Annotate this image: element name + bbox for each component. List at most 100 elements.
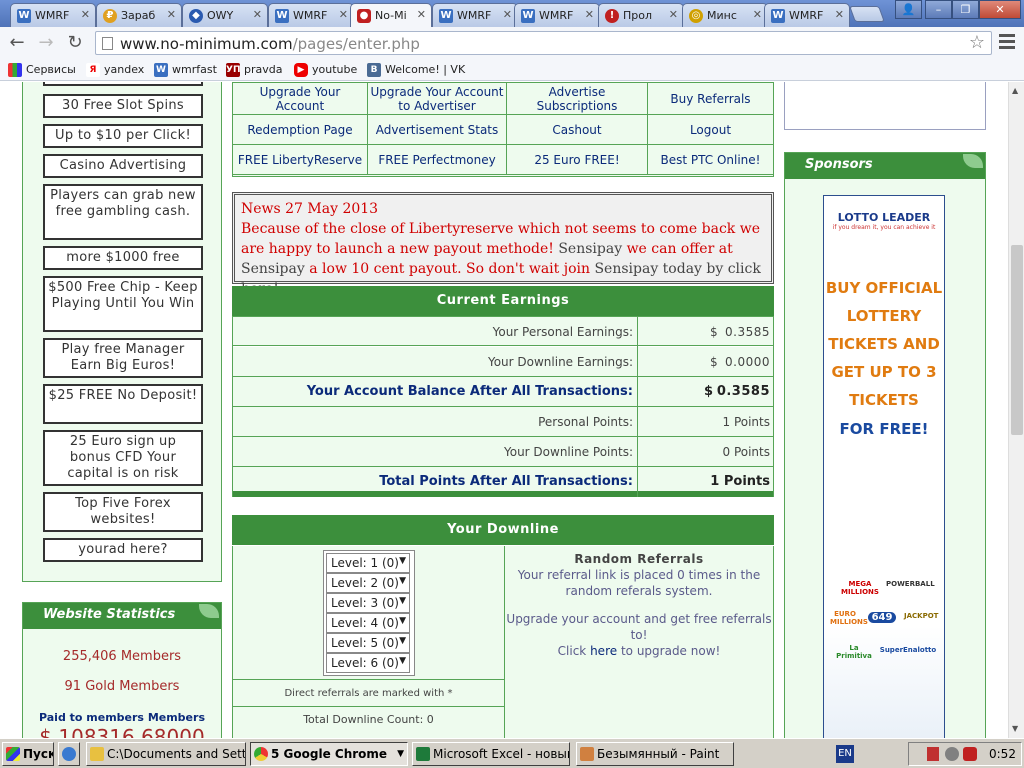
scroll-up-arrow-icon[interactable]: ▲ [1012, 86, 1018, 95]
ad-500-free-chip[interactable]: $500 Free Chip - Keep Playing Until You … [43, 276, 203, 332]
taskbar-paint[interactable]: Безымянный - Paint [576, 742, 734, 766]
page-scrollbar[interactable]: ▲ ▼ [1008, 82, 1024, 738]
tab-close-icon[interactable]: ✕ [669, 8, 678, 21]
leaf-icon [963, 154, 983, 168]
link-upgrade-account[interactable]: Upgrade Your Account [232, 82, 368, 115]
tab-close-icon[interactable]: ✕ [81, 8, 90, 21]
taskbar-chrome[interactable]: 5 Google Chrome ▼ [250, 742, 408, 766]
minimize-button[interactable]: – [925, 0, 952, 19]
personal-earnings-row: Your Personal Earnings: $0.3585 [232, 316, 774, 347]
link-buy-referrals[interactable]: Buy Referrals [647, 82, 774, 115]
taskbar-explorer[interactable]: C:\Documents and Settin... [86, 742, 246, 766]
level-2-select[interactable]: Level: 2 (0) ▼ [326, 573, 410, 593]
total-points-row: Total Points After All Transactions: 1 P… [232, 467, 774, 497]
tab-wmrf[interactable]: W WMRF ✕ [10, 3, 96, 27]
bookmark-youtube[interactable]: ▶ youtube [294, 62, 357, 78]
paid-amount: $ 108316.68000 [39, 725, 205, 738]
antivirus-icon[interactable] [963, 747, 977, 761]
close-window-button[interactable]: ✕ [979, 0, 1021, 19]
scroll-thumb[interactable] [1011, 245, 1023, 435]
tab-zarab[interactable]: ₽ Зараб ✕ [96, 3, 182, 27]
tab-close-icon[interactable]: ✕ [585, 8, 594, 21]
link-logout[interactable]: Logout [647, 114, 774, 145]
level-1-select[interactable]: Level: 1 (0) ▼ [326, 553, 410, 573]
tab-no-minimum[interactable]: ● No-Mi ✕ [350, 3, 432, 27]
link-redemption-page[interactable]: Redemption Page [232, 114, 368, 145]
back-button[interactable]: ← [6, 32, 28, 54]
apps-grid-icon [8, 63, 22, 77]
ad-your-ad-here[interactable]: yourad here? [43, 538, 203, 562]
tab-close-icon[interactable]: ✕ [167, 8, 176, 21]
tab-wmrf[interactable]: W WMRF ✕ [268, 3, 354, 27]
link-free-perfectmoney[interactable]: FREE Perfectmoney [367, 144, 507, 175]
bookmark-star-icon[interactable]: ☆ [969, 32, 985, 53]
address-bar[interactable]: www.no-minimum.com/pages/enter.php ☆ [95, 31, 992, 55]
superenalotto-logo: SuperEnalotto [879, 646, 937, 654]
chrome-menu-icon[interactable] [999, 34, 1015, 52]
bookmark-pravda[interactable]: УП pravda [226, 62, 282, 78]
start-button[interactable]: Пуск [2, 742, 54, 766]
ad-25-free-no-deposit[interactable]: $25 FREE No Deposit! [43, 384, 203, 424]
upgrade-here-link[interactable]: here [590, 644, 617, 658]
ad-box-partial[interactable] [43, 82, 203, 86]
tab-owy[interactable]: ◆ OWY ✕ [182, 3, 268, 27]
network-icon[interactable] [945, 747, 959, 761]
level-6-select[interactable]: Level: 6 (0) ▼ [326, 653, 410, 673]
taskbar-excel[interactable]: Microsoft Excel - новый ... [412, 742, 570, 766]
link-free-libertyreserve[interactable]: FREE LibertyReserve [232, 144, 368, 175]
folder-icon [90, 747, 104, 761]
tab-close-icon[interactable]: ✕ [253, 8, 262, 21]
bookmark-vk[interactable]: B Welcome! | VK [367, 62, 465, 78]
ad-10-per-click[interactable]: Up to $10 per Click! [43, 124, 203, 148]
ad-free-gambling-cash[interactable]: Players can grab new free gambling cash. [43, 184, 203, 240]
coin-icon: ₽ [103, 9, 117, 23]
screen: W WMRF ✕ ₽ Зараб ✕ ◆ OWY ✕ W WMRF ✕ ● No-Mi ✕ W WMR… [0, 0, 1024, 768]
language-indicator[interactable]: EN [836, 745, 854, 763]
ad-top-five-forex[interactable]: Top Five Forex websites! [43, 492, 203, 532]
tab-close-icon[interactable]: ✕ [339, 8, 348, 21]
upgrade-line: Click here to upgrade now! [557, 644, 721, 658]
ad-headline: BUY OFFICIAL LOTTERY TICKETS AND GET UP … [825, 279, 943, 409]
ad-25-euro-cfd[interactable]: 25 Euro sign up bonus CFD Your capital i… [43, 430, 203, 486]
tab-close-icon[interactable]: ✕ [503, 8, 512, 21]
ad-free-slot-spins[interactable]: 30 Free Slot Spins [43, 94, 203, 118]
tab-close-icon[interactable]: ✕ [835, 8, 844, 21]
tab-wmrf[interactable]: W WMRF ✕ [764, 3, 850, 27]
tab-close-icon[interactable]: ✕ [753, 8, 762, 21]
reload-button[interactable]: ↻ [64, 32, 86, 54]
windows-taskbar: Пуск C:\Documents and Settin... 5 Google… [0, 738, 1024, 768]
downline-points-row: Your Downline Points: 0 Points [232, 437, 774, 467]
tab-wmrf[interactable]: W WMRF ✕ [432, 3, 518, 27]
forward-button[interactable]: → [35, 32, 57, 54]
new-tab-button[interactable] [849, 6, 885, 22]
scroll-down-arrow-icon[interactable]: ▼ [1012, 724, 1018, 733]
tab-wmrf[interactable]: W WMRF ✕ [514, 3, 600, 27]
speaker-icon[interactable] [927, 747, 939, 761]
wmr-icon: W [439, 9, 453, 23]
tab-prol[interactable]: ! Прол ✕ [598, 3, 684, 27]
level-3-select[interactable]: Level: 3 (0) ▼ [326, 593, 410, 613]
ad-casino-advertising[interactable]: Casino Advertising [43, 154, 203, 178]
gold-members-count: 91 Gold Members [64, 679, 180, 694]
link-best-ptc-online[interactable]: Best PTC Online! [647, 144, 774, 175]
leaf-icon [199, 604, 219, 618]
tab-mins[interactable]: ◎ Минс ✕ [682, 3, 768, 27]
tab-close-icon[interactable]: ✕ [417, 8, 426, 21]
ad-more-1000-free[interactable]: more $1000 free [43, 246, 203, 270]
link-upgrade-advertiser[interactable]: Upgrade Your Account to Advertiser [367, 82, 507, 115]
bookmark-yandex[interactable]: Яyandex [86, 62, 144, 78]
bookmark-services[interactable]: Сервисы [8, 62, 76, 78]
ad-for-free: FOR FREE! [839, 420, 929, 438]
lotto-leader-banner[interactable]: LOTTO LEADER if you dream it, you can ach… [823, 195, 945, 738]
link-25-euro-free[interactable]: 25 Euro FREE! [506, 144, 648, 175]
level-4-select[interactable]: Level: 4 (0) ▼ [326, 613, 410, 633]
bookmark-wmrfast[interactable]: Wwmrfast [154, 62, 217, 78]
user-icon[interactable]: 👤 [895, 0, 922, 19]
quicklaunch-ie-icon[interactable] [58, 742, 80, 766]
link-cashout[interactable]: Cashout [506, 114, 648, 145]
level-5-select[interactable]: Level: 5 (0) ▼ [326, 633, 410, 653]
restore-button[interactable]: ❐ [952, 0, 979, 19]
link-advertisement-stats[interactable]: Advertisement Stats [367, 114, 507, 145]
link-advertise-subscriptions[interactable]: Advertise Subscriptions [506, 82, 648, 115]
ad-play-free-manager[interactable]: Play free Manager Earn Big Euros! [43, 338, 203, 378]
